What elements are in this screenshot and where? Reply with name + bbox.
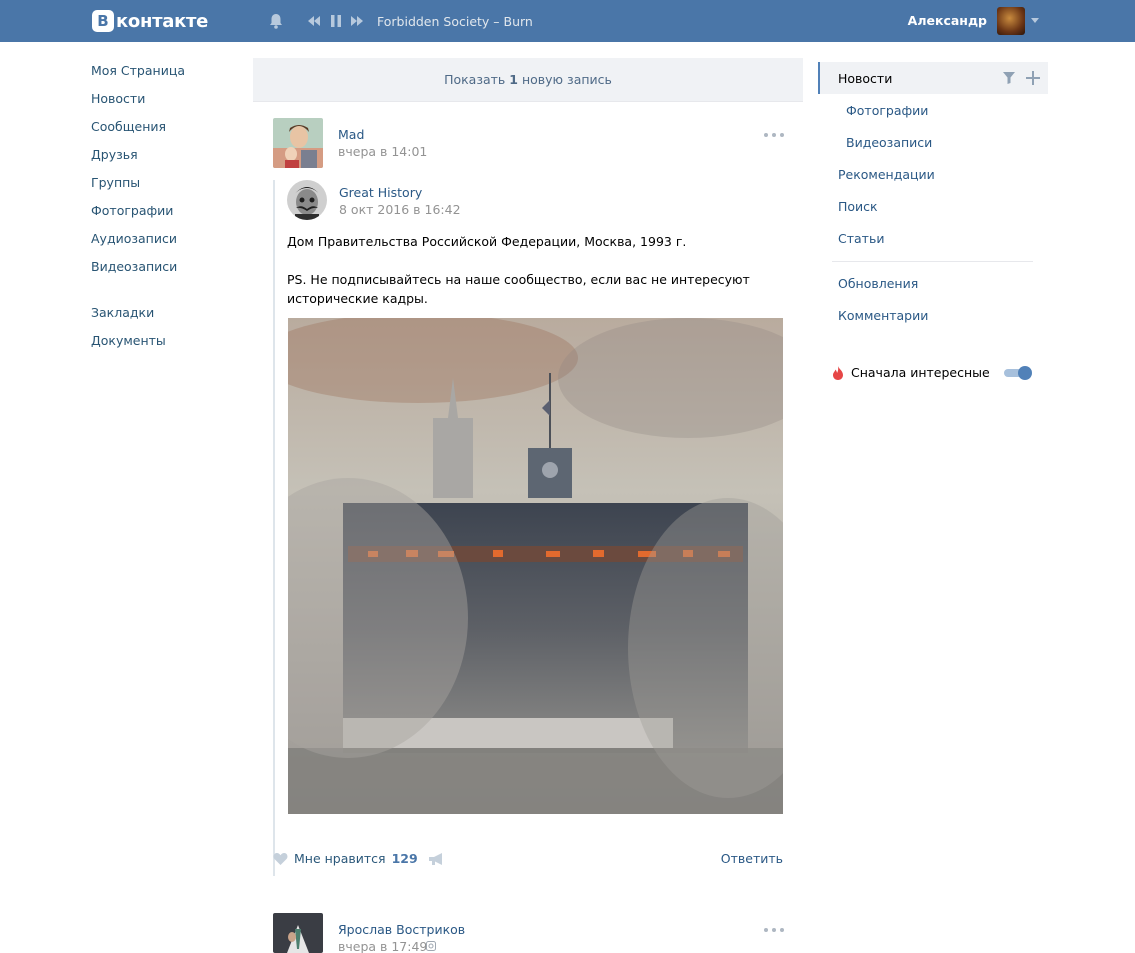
sidebar-divider bbox=[91, 286, 241, 304]
filter-icon[interactable] bbox=[1003, 72, 1015, 84]
sidebar-item-photos[interactable]: Фотографии bbox=[91, 202, 241, 230]
right-nav-divider bbox=[832, 261, 1033, 262]
plus-icon[interactable] bbox=[1026, 71, 1040, 85]
top-header: В контакте Forbidden Society – Burn Алек… bbox=[0, 0, 1135, 42]
right-nav-search[interactable]: Поиск bbox=[838, 199, 878, 214]
camera-icon bbox=[426, 941, 436, 951]
post-text-line-2: PS. Не подписывайтесь на наше сообщество… bbox=[287, 272, 750, 287]
right-nav-recommendations[interactable]: Рекомендации bbox=[838, 167, 935, 182]
repost-line bbox=[273, 180, 275, 876]
post-actions: Мне нравится 129 Ответить bbox=[273, 851, 783, 871]
previous-track-icon[interactable] bbox=[307, 14, 321, 28]
post-time[interactable]: вчера в 17:49 bbox=[338, 939, 427, 953]
heart-icon bbox=[273, 852, 288, 865]
reply-button[interactable]: Ответить bbox=[721, 851, 783, 866]
vk-logo-mark: В bbox=[92, 10, 114, 32]
sidebar-item-my-page[interactable]: Моя Страница bbox=[91, 62, 241, 90]
post-photo[interactable] bbox=[288, 318, 783, 814]
toggle-knob bbox=[1018, 366, 1032, 380]
author-avatar[interactable] bbox=[273, 118, 323, 168]
vk-logo[interactable]: В контакте bbox=[92, 10, 208, 32]
next-track-icon[interactable] bbox=[350, 14, 364, 28]
sidebar-item-bookmarks[interactable]: Закладки bbox=[91, 304, 241, 332]
right-nav-articles[interactable]: Статьи bbox=[838, 231, 884, 246]
sidebar-item-news[interactable]: Новости bbox=[91, 90, 241, 118]
repost-time[interactable]: 8 окт 2016 в 16:42 bbox=[339, 202, 461, 217]
avatar-image bbox=[273, 118, 323, 168]
author-avatar[interactable] bbox=[273, 913, 323, 953]
flame-icon bbox=[833, 365, 843, 380]
vk-logo-text: контакте bbox=[116, 10, 209, 32]
user-avatar[interactable] bbox=[997, 7, 1025, 35]
feed-post: Mad вчера в 14:01 Great History 8 окт 20… bbox=[253, 58, 803, 908]
right-nav-photos[interactable]: Фотографии bbox=[846, 103, 928, 118]
right-nav-videos[interactable]: Видеозаписи bbox=[846, 135, 932, 150]
sidebar-item-friends[interactable]: Друзья bbox=[91, 146, 241, 174]
feed-post: Ярослав Востриков вчера в 17:49 bbox=[253, 908, 803, 953]
sidebar-item-video[interactable]: Видеозаписи bbox=[91, 258, 241, 286]
right-nav-updates[interactable]: Обновления bbox=[838, 276, 918, 291]
post-text-line-3: исторические кадры. bbox=[287, 291, 428, 306]
like-count: 129 bbox=[391, 851, 418, 866]
post-text-line-1: Дом Правительства Российской Федерации, … bbox=[287, 234, 687, 249]
right-nav-news[interactable]: Новости bbox=[818, 62, 1048, 94]
post-menu-icon[interactable] bbox=[764, 926, 784, 934]
like-button[interactable]: Мне нравится 129 bbox=[273, 851, 418, 866]
bell-icon[interactable] bbox=[267, 12, 285, 30]
right-nav-comments[interactable]: Комментарии bbox=[838, 308, 928, 323]
sidebar-item-documents[interactable]: Документы bbox=[91, 332, 241, 360]
interesting-first-option[interactable]: Сначала интересные bbox=[832, 365, 990, 380]
like-label: Мне нравится bbox=[294, 851, 386, 866]
left-sidebar: Моя Страница Новости Сообщения Друзья Гр… bbox=[91, 62, 241, 360]
sidebar-item-groups[interactable]: Группы bbox=[91, 174, 241, 202]
repost-avatar-image bbox=[287, 180, 327, 220]
post-author[interactable]: Mad bbox=[338, 127, 364, 142]
sidebar-item-audio[interactable]: Аудиозаписи bbox=[91, 230, 241, 258]
right-nav-news-label: Новости bbox=[838, 71, 893, 86]
post-author[interactable]: Ярослав Востриков bbox=[338, 922, 465, 937]
post-menu-icon[interactable] bbox=[764, 131, 784, 139]
repost-author[interactable]: Great History bbox=[339, 185, 422, 200]
megaphone-icon[interactable] bbox=[428, 852, 444, 866]
sidebar-item-messages[interactable]: Сообщения bbox=[91, 118, 241, 146]
pause-icon[interactable] bbox=[329, 14, 343, 28]
post-time[interactable]: вчера в 14:01 bbox=[338, 144, 427, 159]
interesting-first-toggle[interactable] bbox=[1004, 366, 1034, 380]
user-name[interactable]: Александр bbox=[908, 13, 987, 28]
news-feed: Показать 1 новую запись Mad вчера в 14:0… bbox=[253, 58, 803, 953]
current-track[interactable]: Forbidden Society – Burn bbox=[377, 14, 533, 29]
repost-avatar[interactable] bbox=[287, 180, 327, 220]
photo-image bbox=[288, 318, 783, 814]
interesting-first-label: Сначала интересные bbox=[851, 365, 990, 380]
chevron-down-icon[interactable] bbox=[1031, 18, 1039, 23]
avatar-image bbox=[273, 913, 323, 953]
